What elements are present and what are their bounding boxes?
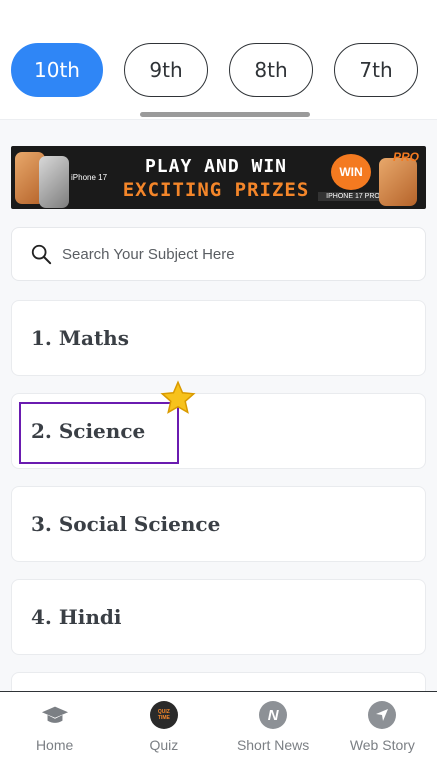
banner-title: PLAY AND WIN (144, 156, 288, 177)
banner-phone-label: iPhone 17 (71, 173, 108, 182)
tab-10th[interactable]: 10th (11, 43, 103, 97)
banner-pro-label: PRO (393, 150, 420, 164)
quiz-badge: QUIZ TIME (157, 709, 170, 721)
search-input[interactable]: Search Your Subject Here (11, 227, 426, 281)
bottom-navigation: Home QUIZ TIME Quiz N Short News Web Sto… (0, 691, 437, 760)
banner-subtitle: EXCITING PRIZES (122, 179, 310, 201)
iphone-image (39, 156, 69, 208)
class-tabs: 10th 9th 8th 7th (11, 43, 418, 97)
subject-item-maths[interactable]: 1. Maths (11, 300, 426, 376)
nav-label-short-news: Short News (236, 737, 310, 753)
nav-label-quiz: Quiz (149, 737, 179, 753)
news-icon: N (259, 701, 288, 729)
nav-short-news[interactable]: N Short News (219, 692, 328, 760)
class-selector: 10th 9th 8th 7th (0, 0, 437, 120)
web-story-icon (368, 701, 397, 729)
horizontal-scroll-indicator[interactable] (140, 112, 310, 117)
iphone-pro-image (379, 158, 417, 206)
search-placeholder: Search Your Subject Here (62, 245, 235, 263)
subject-item-social-science[interactable]: 3. Social Science (11, 486, 426, 562)
nav-quiz[interactable]: QUIZ TIME Quiz (109, 692, 218, 760)
search-icon (31, 244, 52, 265)
promo-banner[interactable]: iPhone 17 PLAY AND WIN EXCITING PRIZES W… (11, 146, 426, 209)
nav-label-web-story: Web Story (349, 737, 415, 753)
nav-home[interactable]: Home (0, 692, 109, 760)
win-badge: WIN (331, 154, 371, 190)
selection-highlight (19, 402, 179, 464)
banner-product-label: IPHONE 17 PRO (318, 192, 388, 201)
graduation-cap-icon (41, 701, 69, 729)
quiz-time-icon: QUIZ TIME (149, 701, 178, 729)
news-glyph: N (267, 706, 279, 724)
subject-item-hindi[interactable]: 4. Hindi (11, 579, 426, 655)
nav-label-home: Home (35, 737, 74, 753)
star-icon (160, 380, 196, 414)
nav-web-story[interactable]: Web Story (328, 692, 437, 760)
tab-9th[interactable]: 9th (124, 43, 208, 97)
tab-8th[interactable]: 8th (229, 43, 313, 97)
tab-7th[interactable]: 7th (334, 43, 418, 97)
